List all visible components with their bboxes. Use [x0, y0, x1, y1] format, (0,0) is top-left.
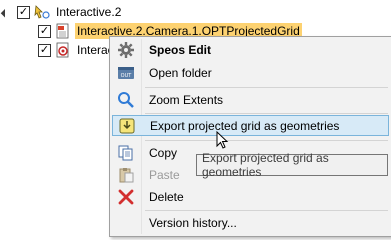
- projected-grid-icon: [54, 23, 72, 39]
- copy-icon: [115, 143, 137, 163]
- delete-x-icon: [115, 187, 137, 207]
- tooltip: Export projected grid as geometries: [196, 151, 388, 179]
- paste-icon: [115, 165, 137, 185]
- child-checkbox[interactable]: ✓: [38, 43, 51, 57]
- menu-item-export-grid[interactable]: Export projected grid as geometries: [112, 115, 389, 136]
- menu-separator: [145, 140, 388, 141]
- menu-item-label: Speos Edit: [149, 43, 212, 57]
- interactive-simulation-icon: [33, 4, 51, 20]
- menu-item-label: Zoom Extents: [149, 93, 224, 107]
- mouse-cursor-icon: [216, 131, 229, 149]
- menu-item-label: Delete: [149, 190, 184, 204]
- expand-arrow-icon[interactable]: [4, 3, 14, 21]
- menu-item-version-history[interactable]: Version history...: [112, 212, 389, 234]
- gear-icon: [115, 40, 137, 60]
- menu-item-label: Export projected grid as geometries: [150, 118, 340, 133]
- menu-item-speos-edit[interactable]: Speos Edit: [112, 39, 389, 61]
- menu-separator: [145, 113, 388, 114]
- menu-item-label: Open folder: [149, 66, 212, 80]
- menu-separator: [145, 210, 388, 211]
- svg-text:OUT: OUT: [121, 73, 133, 79]
- menu-item-label: Copy: [149, 146, 178, 160]
- magnifier-icon: [115, 90, 137, 110]
- blank-icon: [115, 213, 137, 233]
- menu-item-label: Paste: [149, 168, 180, 182]
- menu-item-label: Version history...: [149, 216, 237, 230]
- context-menu: Speos Edit OUT Open folder Zoom Extents: [109, 36, 391, 237]
- tooltip-text: Export projected grid as geometries: [202, 151, 329, 179]
- root-checkbox[interactable]: ✓: [17, 5, 30, 19]
- menu-separator: [145, 87, 388, 88]
- export-grid-icon: [116, 116, 138, 136]
- open-folder-icon: OUT: [115, 63, 137, 83]
- child-checkbox[interactable]: ✓: [38, 24, 51, 38]
- tree-root-row[interactable]: ✓ Interactive.2: [4, 3, 123, 21]
- menu-item-zoom-extents[interactable]: Zoom Extents: [112, 89, 389, 111]
- tree-root-label: Interactive.2: [56, 5, 122, 19]
- menu-item-open-folder[interactable]: OUT Open folder: [112, 62, 389, 84]
- menu-item-delete[interactable]: Delete: [112, 186, 389, 208]
- result-file-icon: [54, 42, 72, 58]
